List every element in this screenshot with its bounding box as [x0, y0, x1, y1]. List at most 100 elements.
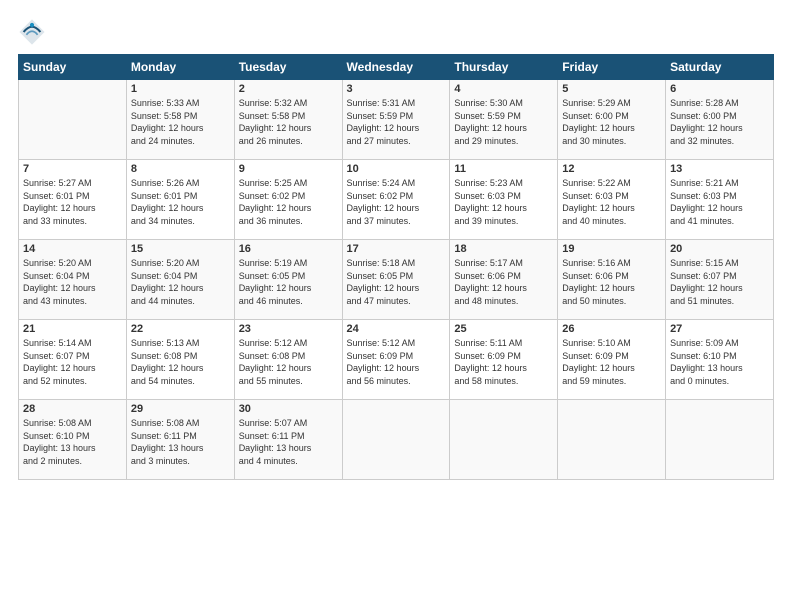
calendar-cell: 7 Sunrise: 5:27 AM Sunset: 6:01 PM Daylig…: [19, 160, 127, 240]
calendar-cell: 21 Sunrise: 5:14 AM Sunset: 6:07 PM Dayli…: [19, 320, 127, 400]
day-info: Sunrise: 5:22 AM Sunset: 6:03 PM Dayligh…: [562, 177, 661, 227]
calendar-cell: [19, 80, 127, 160]
day-info: Sunrise: 5:08 AM Sunset: 6:11 PM Dayligh…: [131, 417, 230, 467]
day-info: Sunrise: 5:23 AM Sunset: 6:03 PM Dayligh…: [454, 177, 553, 227]
calendar-cell: 5Sunrise: 5:29 AM Sunset: 6:00 PM Daylig…: [558, 80, 666, 160]
day-number: 4: [454, 83, 553, 95]
calendar-table: SundayMondayTuesdayWednesdayThursdayFrid…: [18, 54, 774, 480]
calendar-cell: 12 Sunrise: 5:22 AM Sunset: 6:03 PM Dayli…: [558, 160, 666, 240]
day-number: 19: [562, 243, 661, 255]
day-info: Sunrise: 5:25 AM Sunset: 6:02 PM Dayligh…: [239, 177, 338, 227]
col-header-thursday: Thursday: [450, 55, 558, 80]
day-number: 28: [23, 403, 122, 415]
day-info: Sunrise: 5:20 AM Sunset: 6:04 PM Dayligh…: [131, 257, 230, 307]
day-info: Sunrise: 5:27 AM Sunset: 6:01 PM Dayligh…: [23, 177, 122, 227]
col-header-saturday: Saturday: [666, 55, 774, 80]
calendar-cell: 23 Sunrise: 5:12 AM Sunset: 6:08 PM Dayli…: [234, 320, 342, 400]
calendar-cell: 16 Sunrise: 5:19 AM Sunset: 6:05 PM Dayli…: [234, 240, 342, 320]
day-number: 24: [347, 323, 446, 335]
page-header: [18, 18, 774, 46]
day-info: Sunrise: 5:12 AM Sunset: 6:09 PM Dayligh…: [347, 337, 446, 387]
logo-icon: [18, 18, 46, 46]
day-info: Sunrise: 5:33 AM Sunset: 5:58 PM Dayligh…: [131, 97, 230, 147]
day-number: 17: [347, 243, 446, 255]
day-number: 15: [131, 243, 230, 255]
week-row-2: 7 Sunrise: 5:27 AM Sunset: 6:01 PM Daylig…: [19, 160, 774, 240]
calendar-cell: 29 Sunrise: 5:08 AM Sunset: 6:11 PM Dayli…: [126, 400, 234, 480]
day-number: 6: [670, 83, 769, 95]
calendar-cell: 14 Sunrise: 5:20 AM Sunset: 6:04 PM Dayli…: [19, 240, 127, 320]
week-row-4: 21 Sunrise: 5:14 AM Sunset: 6:07 PM Dayli…: [19, 320, 774, 400]
day-info: Sunrise: 5:14 AM Sunset: 6:07 PM Dayligh…: [23, 337, 122, 387]
day-number: 3: [347, 83, 446, 95]
day-info: Sunrise: 5:21 AM Sunset: 6:03 PM Dayligh…: [670, 177, 769, 227]
day-number: 27: [670, 323, 769, 335]
day-info: Sunrise: 5:29 AM Sunset: 6:00 PM Dayligh…: [562, 97, 661, 147]
day-number: 26: [562, 323, 661, 335]
day-info: Sunrise: 5:11 AM Sunset: 6:09 PM Dayligh…: [454, 337, 553, 387]
day-info: Sunrise: 5:24 AM Sunset: 6:02 PM Dayligh…: [347, 177, 446, 227]
col-header-monday: Monday: [126, 55, 234, 80]
calendar-cell: 18Sunrise: 5:17 AM Sunset: 6:06 PM Dayli…: [450, 240, 558, 320]
calendar-cell: 24 Sunrise: 5:12 AM Sunset: 6:09 PM Dayli…: [342, 320, 450, 400]
day-info: Sunrise: 5:28 AM Sunset: 6:00 PM Dayligh…: [670, 97, 769, 147]
calendar-cell: 19 Sunrise: 5:16 AM Sunset: 6:06 PM Dayli…: [558, 240, 666, 320]
calendar-cell: 28 Sunrise: 5:08 AM Sunset: 6:10 PM Dayli…: [19, 400, 127, 480]
calendar-cell: 4Sunrise: 5:30 AM Sunset: 5:59 PM Daylig…: [450, 80, 558, 160]
week-row-5: 28 Sunrise: 5:08 AM Sunset: 6:10 PM Dayli…: [19, 400, 774, 480]
day-number: 21: [23, 323, 122, 335]
day-number: 30: [239, 403, 338, 415]
calendar-cell: 9 Sunrise: 5:25 AM Sunset: 6:02 PM Daylig…: [234, 160, 342, 240]
day-info: Sunrise: 5:19 AM Sunset: 6:05 PM Dayligh…: [239, 257, 338, 307]
col-header-wednesday: Wednesday: [342, 55, 450, 80]
day-info: Sunrise: 5:16 AM Sunset: 6:06 PM Dayligh…: [562, 257, 661, 307]
day-info: Sunrise: 5:26 AM Sunset: 6:01 PM Dayligh…: [131, 177, 230, 227]
calendar-cell: [558, 400, 666, 480]
day-number: 7: [23, 163, 122, 175]
day-number: 20: [670, 243, 769, 255]
calendar-cell: 26 Sunrise: 5:10 AM Sunset: 6:09 PM Dayli…: [558, 320, 666, 400]
week-row-3: 14 Sunrise: 5:20 AM Sunset: 6:04 PM Dayli…: [19, 240, 774, 320]
calendar-cell: 25Sunrise: 5:11 AM Sunset: 6:09 PM Dayli…: [450, 320, 558, 400]
calendar-cell: 1Sunrise: 5:33 AM Sunset: 5:58 PM Daylig…: [126, 80, 234, 160]
day-number: 10: [347, 163, 446, 175]
calendar-cell: 2 Sunrise: 5:32 AM Sunset: 5:58 PM Daylig…: [234, 80, 342, 160]
col-header-friday: Friday: [558, 55, 666, 80]
day-info: Sunrise: 5:08 AM Sunset: 6:10 PM Dayligh…: [23, 417, 122, 467]
logo: [18, 18, 50, 46]
day-number: 23: [239, 323, 338, 335]
day-number: 9: [239, 163, 338, 175]
day-number: 13: [670, 163, 769, 175]
day-number: 16: [239, 243, 338, 255]
day-number: 2: [239, 83, 338, 95]
day-number: 14: [23, 243, 122, 255]
day-number: 29: [131, 403, 230, 415]
day-info: Sunrise: 5:20 AM Sunset: 6:04 PM Dayligh…: [23, 257, 122, 307]
day-info: Sunrise: 5:07 AM Sunset: 6:11 PM Dayligh…: [239, 417, 338, 467]
day-info: Sunrise: 5:10 AM Sunset: 6:09 PM Dayligh…: [562, 337, 661, 387]
calendar-cell: 17 Sunrise: 5:18 AM Sunset: 6:05 PM Dayli…: [342, 240, 450, 320]
calendar-cell: [342, 400, 450, 480]
day-number: 8: [131, 163, 230, 175]
day-info: Sunrise: 5:09 AM Sunset: 6:10 PM Dayligh…: [670, 337, 769, 387]
day-info: Sunrise: 5:32 AM Sunset: 5:58 PM Dayligh…: [239, 97, 338, 147]
calendar-cell: 13 Sunrise: 5:21 AM Sunset: 6:03 PM Dayli…: [666, 160, 774, 240]
calendar-cell: [666, 400, 774, 480]
day-number: 12: [562, 163, 661, 175]
calendar-cell: 22Sunrise: 5:13 AM Sunset: 6:08 PM Dayli…: [126, 320, 234, 400]
calendar-cell: 8 Sunrise: 5:26 AM Sunset: 6:01 PM Daylig…: [126, 160, 234, 240]
day-info: Sunrise: 5:18 AM Sunset: 6:05 PM Dayligh…: [347, 257, 446, 307]
day-number: 11: [454, 163, 553, 175]
day-info: Sunrise: 5:31 AM Sunset: 5:59 PM Dayligh…: [347, 97, 446, 147]
calendar-cell: 30 Sunrise: 5:07 AM Sunset: 6:11 PM Dayli…: [234, 400, 342, 480]
calendar-cell: 11 Sunrise: 5:23 AM Sunset: 6:03 PM Dayli…: [450, 160, 558, 240]
calendar-cell: 3 Sunrise: 5:31 AM Sunset: 5:59 PM Daylig…: [342, 80, 450, 160]
calendar-cell: 6 Sunrise: 5:28 AM Sunset: 6:00 PM Daylig…: [666, 80, 774, 160]
day-info: Sunrise: 5:12 AM Sunset: 6:08 PM Dayligh…: [239, 337, 338, 387]
day-info: Sunrise: 5:13 AM Sunset: 6:08 PM Dayligh…: [131, 337, 230, 387]
day-info: Sunrise: 5:15 AM Sunset: 6:07 PM Dayligh…: [670, 257, 769, 307]
week-row-1: 1Sunrise: 5:33 AM Sunset: 5:58 PM Daylig…: [19, 80, 774, 160]
col-header-sunday: Sunday: [19, 55, 127, 80]
day-info: Sunrise: 5:17 AM Sunset: 6:06 PM Dayligh…: [454, 257, 553, 307]
col-header-tuesday: Tuesday: [234, 55, 342, 80]
